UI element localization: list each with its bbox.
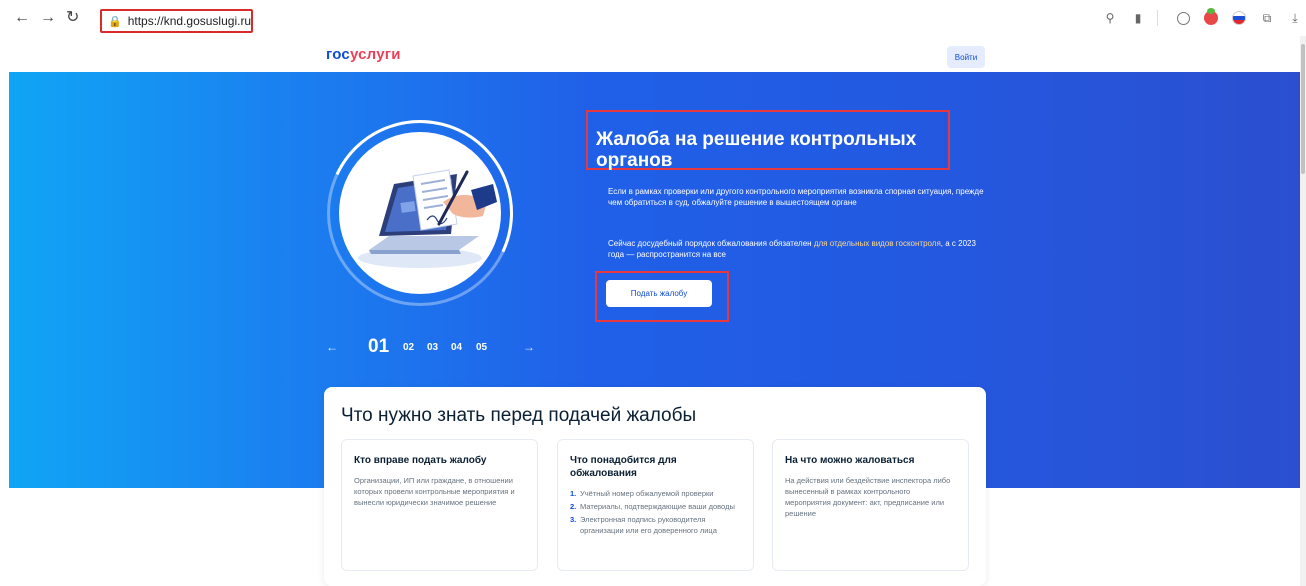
slide-indicator[interactable]: 05 [476, 342, 487, 353]
submit-complaint-button[interactable]: Подать жалобу [606, 280, 712, 307]
gosuslugi-logo[interactable]: госуслуги [326, 46, 401, 63]
toolbar-divider [1157, 10, 1158, 26]
slide-indicator-active[interactable]: 01 [368, 336, 389, 358]
forward-icon[interactable]: → [40, 10, 56, 26]
site-header: госуслуги Войти [0, 36, 1300, 72]
lock-icon: 🔒 [108, 15, 122, 28]
browser-toolbar: ← → ↻ 🔒 https://knd.gosuslugi.ru ⚲ ▮ ⧉ ⤓ [0, 0, 1306, 36]
info-title: Что нужно знать перед подачей жалобы [341, 405, 697, 426]
column-text: На действия или бездействие инспектора л… [785, 476, 951, 518]
column-title: Кто вправе подать жалобу [354, 455, 487, 466]
download-icon[interactable]: ⤓ [1284, 8, 1306, 28]
requirements-list: 1. Учётный номер обжалуемой проверки 2. Ма… [570, 488, 741, 536]
hero-description: Если в рамках проверки или другого контр… [608, 187, 984, 207]
hero-title: Жалоба на решение контрольных органов [596, 129, 917, 171]
back-icon[interactable]: ← [14, 10, 30, 26]
slide-indicator[interactable]: 04 [451, 342, 462, 353]
column-text: Организации, ИП или граждане, в отношени… [354, 476, 515, 507]
slide-prev-arrow[interactable]: ← [326, 340, 338, 354]
slide-next-arrow[interactable]: → [523, 340, 535, 354]
address-bar[interactable]: 🔒 https://knd.gosuslugi.ru [100, 9, 253, 33]
column-title: На что можно жаловаться [785, 455, 915, 466]
info-card: Что нужно знать перед подачей жалобы Кто… [324, 387, 986, 586]
laptop-signature-illustration [339, 132, 501, 294]
list-item: 1. Учётный номер обжалуемой проверки [570, 489, 714, 498]
hero-note: Сейчас досудебный порядок обжалования об… [608, 239, 976, 259]
slide-indicator[interactable]: 02 [403, 342, 414, 353]
scrollbar-thumb[interactable] [1301, 44, 1305, 174]
puzzle-icon[interactable]: ⧉ [1256, 8, 1278, 28]
info-column-needed: Что понадобится для обжалования 1. Учётны… [557, 439, 754, 571]
url-text: https://knd.gosuslugi.ru [127, 14, 252, 28]
login-button[interactable]: Войти [947, 46, 985, 68]
extension-icons: ⚲ ▮ ⧉ ⤓ [1093, 8, 1306, 28]
info-column-what: На что можно жаловаться На действия или … [772, 439, 969, 571]
list-item: 2. Материалы, подтверждающие ваши доводы [570, 502, 735, 511]
gos-control-link[interactable]: для отдельных видов госконтроля [814, 239, 941, 248]
reload-icon[interactable]: ↻ [66, 10, 79, 26]
slide-indicator[interactable]: 03 [427, 342, 438, 353]
key-icon[interactable]: ⚲ [1099, 8, 1121, 28]
list-item: 3. Электронная подпись руководителя орган… [570, 515, 717, 535]
extension-bug-icon[interactable] [1200, 8, 1222, 28]
column-title: Что понадобится для обжалования [570, 455, 677, 479]
info-column-who: Кто вправе подать жалобу Организации, ИП… [341, 439, 538, 571]
bookmark-icon[interactable]: ▮ [1127, 8, 1149, 28]
globe-icon[interactable] [1172, 8, 1194, 28]
russian-flag-icon[interactable] [1228, 8, 1250, 28]
